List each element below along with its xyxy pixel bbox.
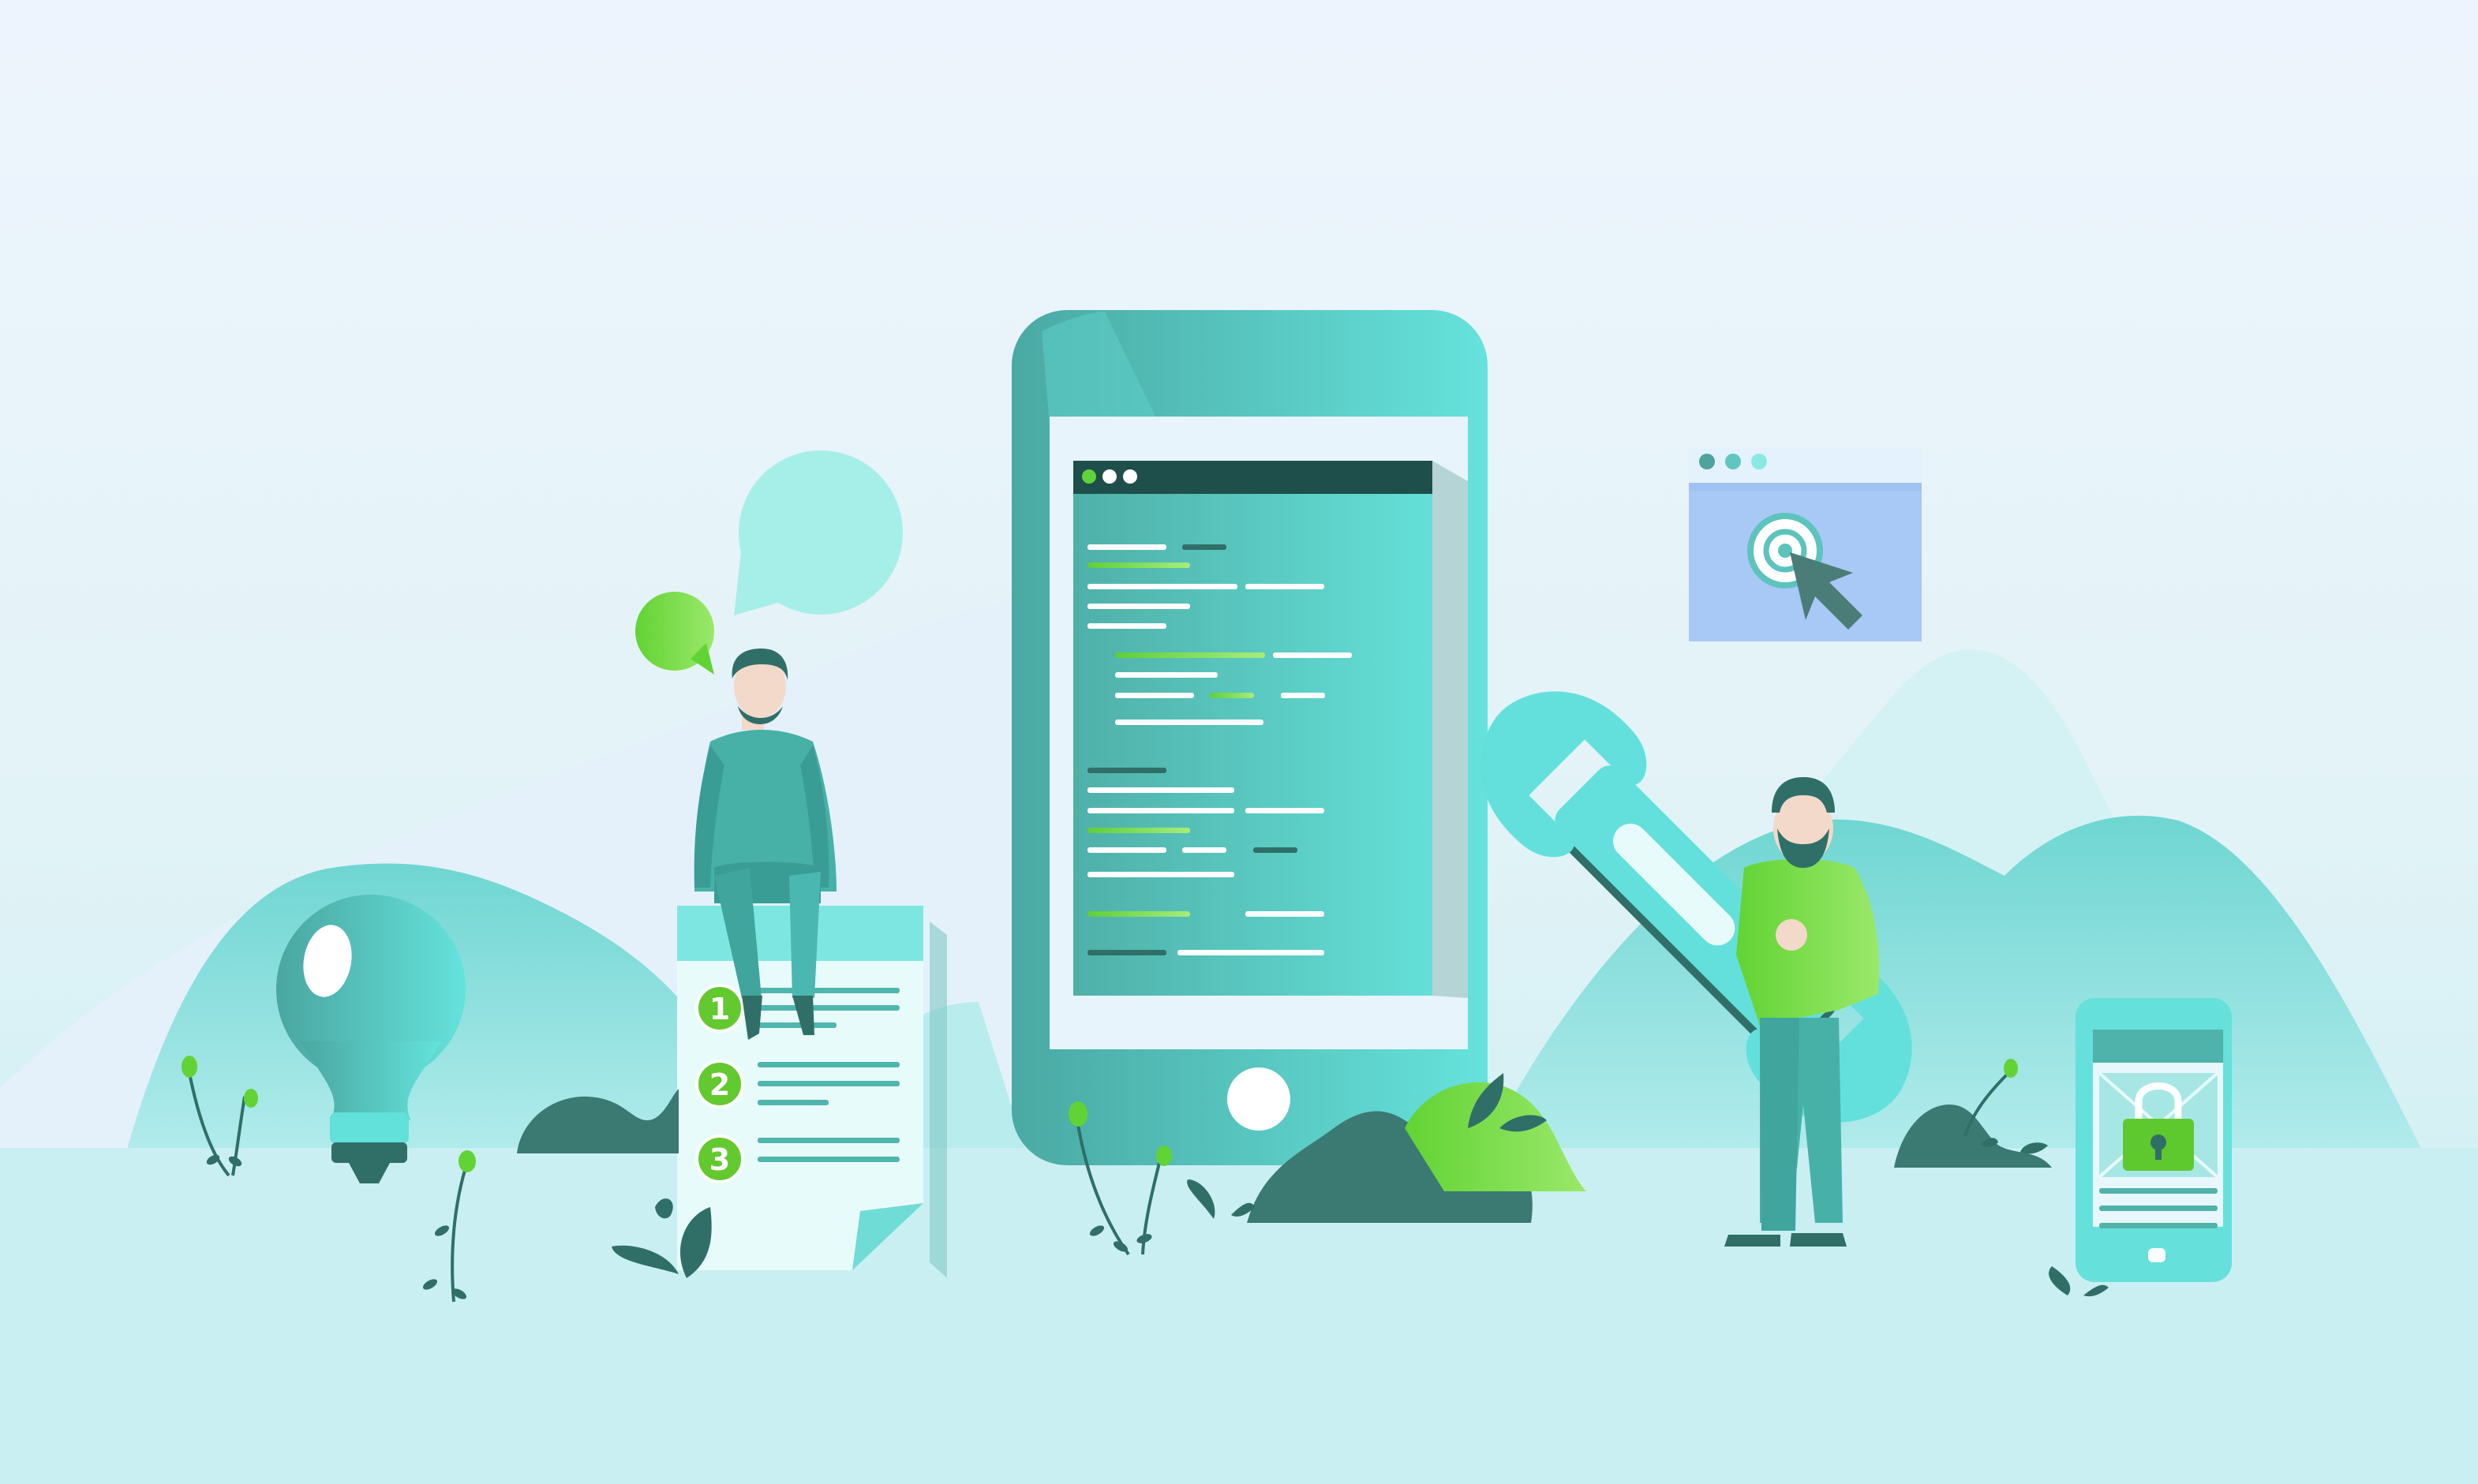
- browser-window-icon: [1689, 448, 1922, 641]
- step-number: 3: [709, 1142, 730, 1177]
- development-illustration: 1 2 3: [0, 0, 2478, 1484]
- home-button: [1227, 1067, 1290, 1131]
- mobile-lock-icon: [2076, 998, 2232, 1282]
- step-number: 2: [709, 1067, 730, 1102]
- code-editor-icon: [1073, 461, 1468, 998]
- step-number: 1: [709, 992, 730, 1026]
